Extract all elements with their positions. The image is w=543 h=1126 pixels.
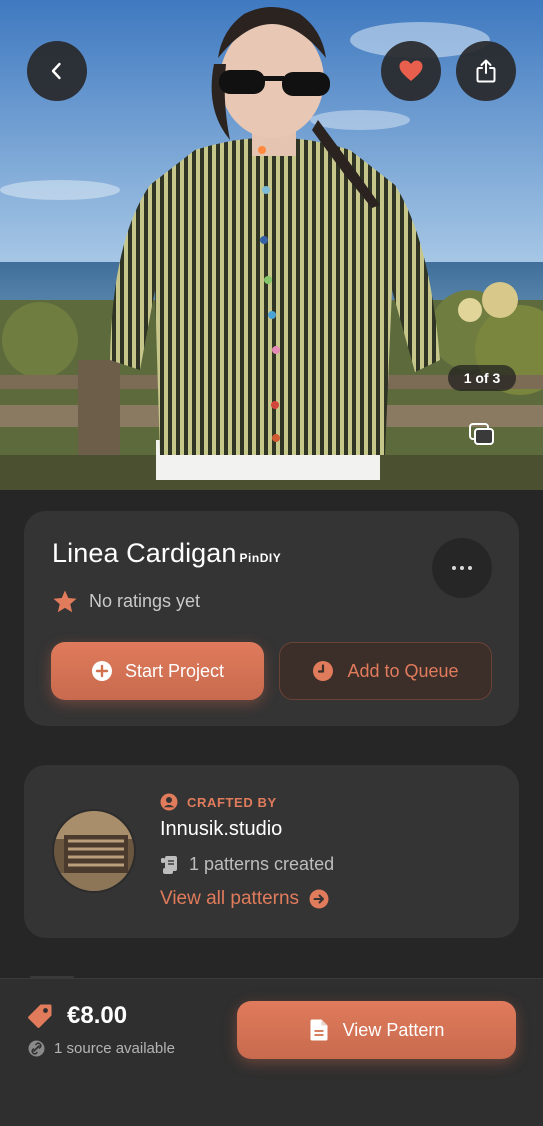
patterns-count-text: 1 patterns created xyxy=(189,854,335,874)
price-tag-icon xyxy=(28,1004,52,1028)
creator-avatar[interactable] xyxy=(52,809,136,893)
link-icon xyxy=(28,1040,45,1057)
user-circle-icon xyxy=(160,793,178,811)
more-options-button[interactable] xyxy=(432,538,492,598)
rating-text: No ratings yet xyxy=(89,591,201,611)
pattern-title: Linea Cardigan PinDIY xyxy=(52,538,281,569)
pattern-price: €8.00 xyxy=(67,1002,128,1029)
view-all-patterns-link[interactable]: View all patterns xyxy=(160,888,329,910)
scroll-icon xyxy=(161,855,177,874)
image-counter: 1 of 3 xyxy=(448,365,516,391)
view-pattern-button[interactable]: View Pattern xyxy=(237,1001,516,1059)
sources-text: 1 source available xyxy=(54,1040,175,1057)
add-to-queue-button[interactable]: Add to Queue xyxy=(279,642,492,700)
star-icon xyxy=(53,590,77,613)
creator-name[interactable]: Innusik.studio xyxy=(160,818,282,841)
creator-card[interactable]: CRAFTED BY Innusik.studio 1 patterns cre… xyxy=(24,765,519,938)
start-project-label: Start Project xyxy=(124,660,225,681)
back-button[interactable] xyxy=(27,41,87,101)
arrow-right-circle-icon xyxy=(309,889,329,909)
sources-row: 1 source available xyxy=(28,1040,175,1057)
more-dots-icon xyxy=(452,566,456,570)
pattern-info-card: Linea Cardigan PinDIY No ratings yet Star… xyxy=(24,511,519,726)
purchase-bar: €8.00 1 source available View Pattern xyxy=(0,978,543,1126)
document-icon xyxy=(310,1019,328,1041)
rating-row: No ratings yet xyxy=(52,589,200,614)
pattern-title-text: Linea Cardigan xyxy=(52,538,237,568)
start-project-button[interactable]: Start Project xyxy=(51,642,264,700)
plus-circle-icon xyxy=(91,661,112,681)
patterns-count-row: 1 patterns created xyxy=(160,854,334,875)
chevron-left-icon xyxy=(51,62,61,80)
heart-icon xyxy=(399,60,423,81)
gallery-icon[interactable] xyxy=(468,422,496,448)
crafted-by-text: CRAFTED BY xyxy=(187,794,277,810)
clock-icon xyxy=(313,661,334,681)
share-icon xyxy=(476,59,496,83)
view-all-patterns-label: View all patterns xyxy=(160,888,300,909)
crafted-by-label: CRAFTED BY xyxy=(160,793,277,811)
share-button[interactable] xyxy=(456,41,516,101)
favorite-button[interactable] xyxy=(381,41,441,101)
avatar-image xyxy=(54,811,134,891)
add-to-queue-label: Add to Queue xyxy=(347,660,459,681)
brand-watermark: PinDIY xyxy=(239,551,282,565)
price-row: €8.00 xyxy=(27,1002,127,1030)
view-pattern-label: View Pattern xyxy=(342,1019,445,1040)
pattern-photo[interactable]: 1 of 3 xyxy=(0,0,543,490)
